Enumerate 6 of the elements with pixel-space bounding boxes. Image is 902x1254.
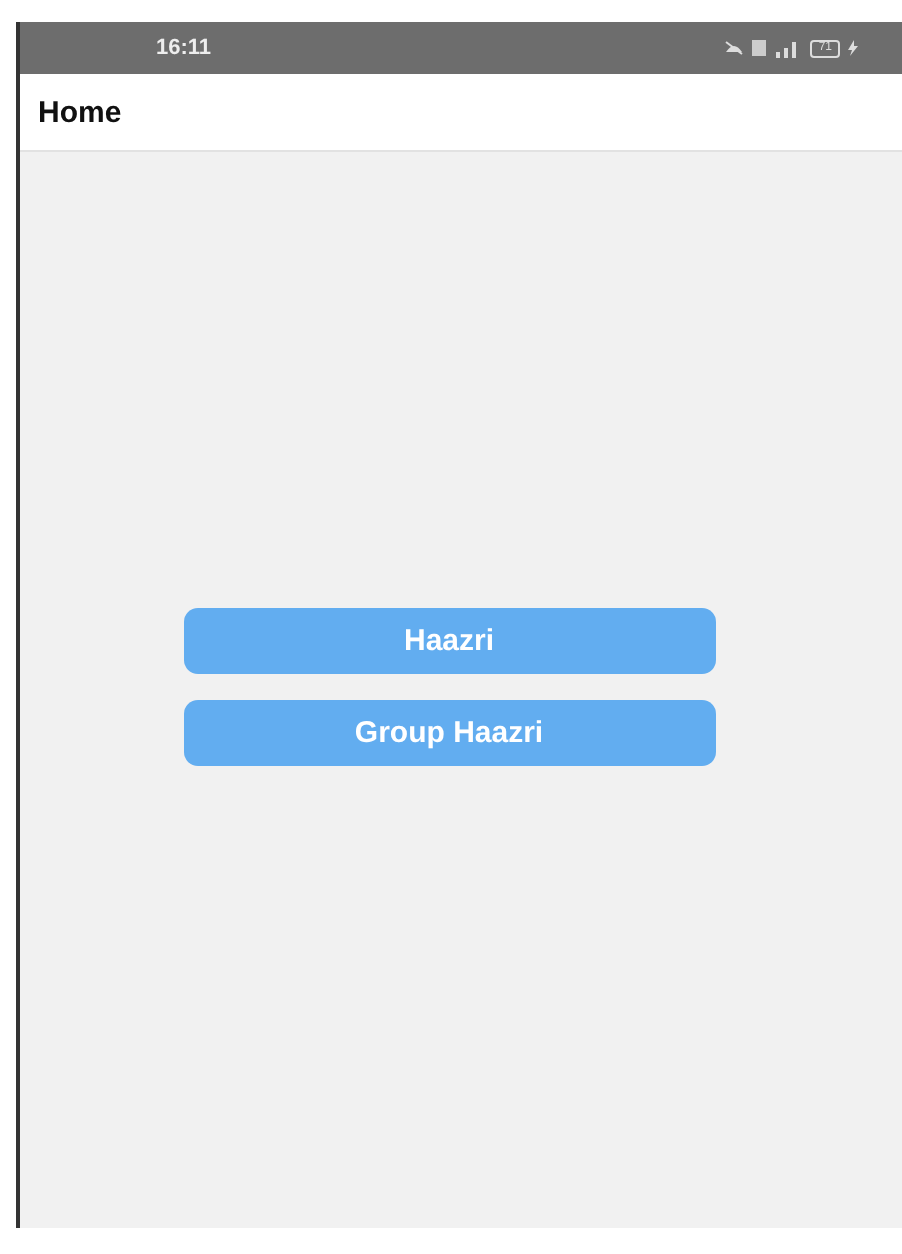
charging-icon — [848, 40, 858, 56]
action-button[interactable]: Haazri — [183, 607, 715, 673]
header-title: Home — [38, 95, 122, 129]
status-time: 16:11 — [156, 36, 212, 60]
action-button[interactable]: Group Haazri — [183, 699, 715, 765]
mute-icon — [724, 40, 745, 56]
